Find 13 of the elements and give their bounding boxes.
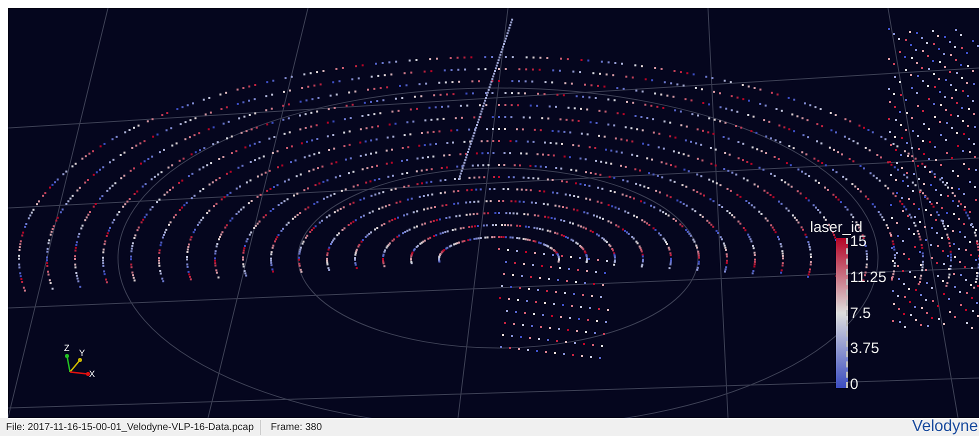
legend-tick-label: 3.75: [850, 341, 880, 356]
file-name-label: File: 2017-11-16-15-00-01_Velodyne-VLP-16-Data.pcap: [5, 420, 255, 434]
axis-label: Y: [79, 349, 86, 358]
legend-tick-label: 0: [850, 377, 860, 392]
frame-label: Frame: 380: [260, 420, 332, 434]
axis-label: X: [89, 370, 96, 379]
legend-tick-label: 15: [850, 234, 868, 249]
axis-label: Z: [64, 344, 70, 353]
legend-tick-label: 7.5: [850, 306, 872, 320]
logo: Velodyne: [912, 419, 979, 435]
viewport[interactable]: Z Y X laser_id 15 11.25 7.5 3.75 0: [8, 8, 979, 418]
legend-title: laser_id: [810, 220, 863, 235]
legend-tick-label: 11.25: [850, 270, 886, 285]
